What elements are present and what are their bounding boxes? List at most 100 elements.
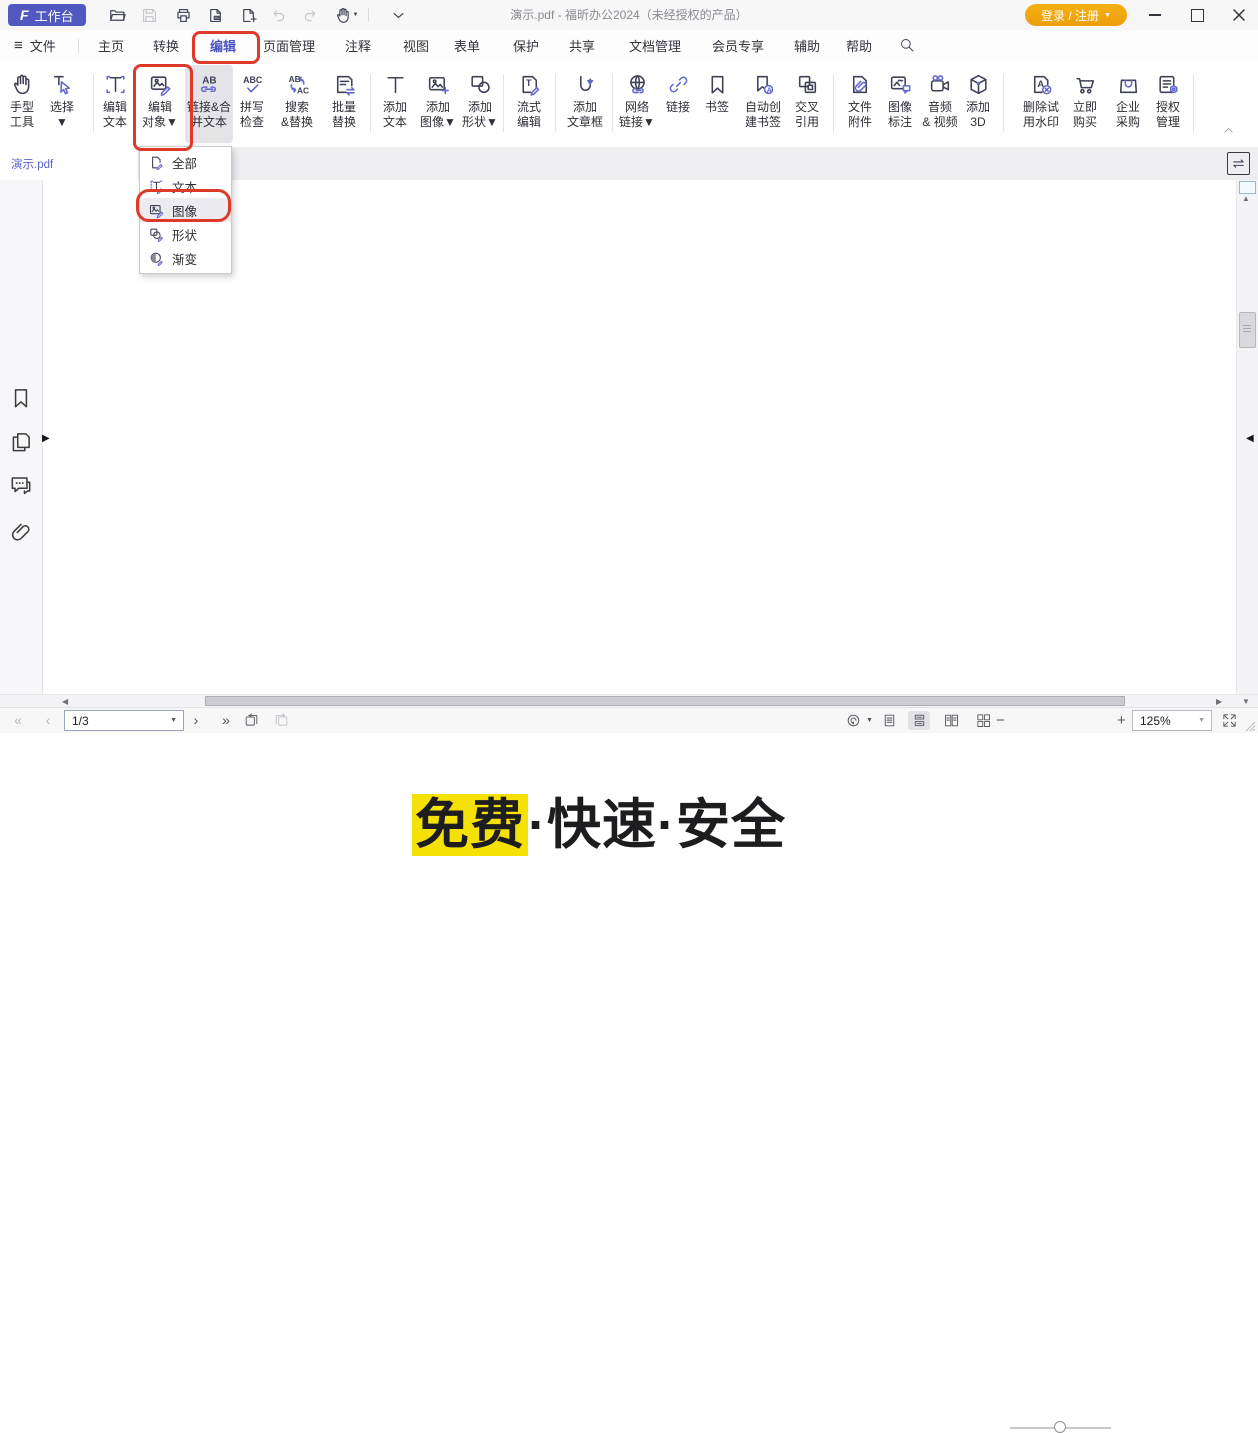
vertical-scroll-thumb[interactable] bbox=[1239, 312, 1256, 348]
horizontal-scrollbar[interactable]: ◀ ▶ ▼ bbox=[0, 694, 1258, 708]
menu-edit-image[interactable]: 图像 bbox=[140, 198, 231, 222]
tool-license-manage[interactable]: 授权 管理 bbox=[1146, 65, 1190, 143]
tool-enterprise-purchase[interactable]: 企业 采购 bbox=[1106, 65, 1150, 143]
menu-share[interactable]: 共享 bbox=[569, 30, 595, 61]
menu-edit-text[interactable]: 文本 bbox=[140, 174, 231, 198]
menu-doc-manage[interactable]: 文档管理 bbox=[629, 30, 681, 61]
workspace-button[interactable]: F 工作台 bbox=[8, 4, 86, 26]
tool-select[interactable]: 选择 ▼ bbox=[40, 65, 84, 143]
prev-page-button[interactable]: ‹ bbox=[46, 708, 51, 733]
tool-bookmark[interactable]: 书签 bbox=[700, 65, 734, 143]
tool-edit-text[interactable]: 编辑 文本 bbox=[95, 65, 135, 143]
open-file-button[interactable] bbox=[105, 4, 129, 26]
tool-buy-now[interactable]: 立即 购买 bbox=[1063, 65, 1107, 143]
scroll-up-arrow[interactable]: ▲ bbox=[1242, 195, 1250, 203]
zoom-in-button[interactable]: + bbox=[1117, 708, 1126, 733]
menu-assist[interactable]: 辅助 bbox=[794, 30, 820, 61]
tool-remove-trial-watermark[interactable]: 删除试 用水印 bbox=[1016, 65, 1066, 143]
menu-edit-all[interactable]: 全部 bbox=[140, 150, 231, 174]
expand-left-panel-handle[interactable]: ▶ bbox=[42, 434, 50, 444]
menu-edit[interactable]: 编辑 bbox=[210, 30, 236, 61]
zoom-out-button[interactable]: − bbox=[996, 708, 1005, 733]
minimize-button[interactable] bbox=[1138, 0, 1172, 30]
continuous-view-button[interactable] bbox=[908, 711, 930, 730]
menu-convert[interactable]: 转换 bbox=[153, 30, 179, 61]
login-register-button[interactable]: 登录 / 注册 ▼ bbox=[1025, 4, 1127, 26]
print-button[interactable] bbox=[171, 4, 195, 26]
tool-edit-object[interactable]: 编辑 对象▼ bbox=[137, 65, 183, 143]
redo-button[interactable] bbox=[298, 4, 322, 26]
export-page-button[interactable] bbox=[203, 4, 227, 26]
menu-protect[interactable]: 保护 bbox=[513, 30, 539, 61]
menu-member[interactable]: 会员专享 bbox=[712, 30, 764, 61]
menu-edit-gradient[interactable]: 渐变 bbox=[140, 246, 231, 270]
tool-add-image[interactable]: 添加 图像▼ bbox=[416, 65, 460, 143]
horizontal-scroll-thumb[interactable] bbox=[205, 696, 1125, 706]
tool-label: 编辑 对象▼ bbox=[142, 100, 178, 130]
tool-image-annotation[interactable]: 图像 标注 bbox=[878, 65, 922, 143]
tool-search-replace[interactable]: 搜索 &替换 bbox=[274, 65, 320, 143]
menu-form[interactable]: 表单 bbox=[454, 30, 480, 61]
next-view-button[interactable] bbox=[270, 711, 292, 730]
attachments-panel-button[interactable] bbox=[8, 519, 34, 545]
last-page-button[interactable]: » bbox=[222, 708, 230, 733]
collapse-toolbar-button[interactable] bbox=[1222, 124, 1236, 138]
tool-cross-reference[interactable]: 交叉 引用 bbox=[785, 65, 829, 143]
menu-item-label: 全部 bbox=[172, 153, 197, 172]
previous-view-button[interactable] bbox=[240, 711, 262, 730]
menu-help[interactable]: 帮助 bbox=[846, 30, 872, 61]
tab-document[interactable]: 演示.pdf bbox=[0, 147, 138, 180]
menu-home[interactable]: 主页 bbox=[98, 30, 124, 61]
tool-add-text[interactable]: 添加 文本 bbox=[374, 65, 416, 143]
close-button[interactable] bbox=[1222, 0, 1256, 30]
new-page-button[interactable] bbox=[236, 4, 260, 26]
menu-edit-shape[interactable]: 形状 bbox=[140, 222, 231, 246]
split-view-handle[interactable] bbox=[1239, 181, 1256, 194]
menu-file[interactable]: ≡ 文件 bbox=[14, 30, 56, 61]
hand-mode-button[interactable]: ▼ bbox=[330, 4, 362, 26]
tool-flow-edit[interactable]: 流式 编辑 bbox=[508, 65, 550, 143]
next-page-button[interactable]: › bbox=[194, 708, 199, 733]
view-rotate-caret[interactable]: ▼ bbox=[866, 708, 873, 733]
menu-search-button[interactable] bbox=[898, 36, 918, 56]
tool-link[interactable]: 链接 bbox=[661, 65, 695, 143]
tool-add-article-box[interactable]: 添加 文章框 bbox=[560, 65, 610, 143]
facing-continuous-view-button[interactable] bbox=[972, 711, 994, 730]
scroll-down-arrow[interactable]: ▼ bbox=[1242, 696, 1250, 707]
maximize-button[interactable] bbox=[1180, 0, 1214, 30]
scroll-left-arrow[interactable]: ◀ bbox=[62, 696, 68, 707]
menu-view[interactable]: 视图 bbox=[403, 30, 429, 61]
tool-add-shape[interactable]: 添加 形状▼ bbox=[458, 65, 502, 143]
window-resize-grip[interactable] bbox=[1245, 719, 1256, 730]
bookmarks-panel-button[interactable] bbox=[8, 385, 34, 411]
scroll-right-arrow[interactable]: ▶ bbox=[1216, 696, 1222, 707]
tool-link-merge-text[interactable]: 链接&合 并文本 bbox=[185, 65, 233, 143]
view-rotate-button[interactable] bbox=[842, 711, 864, 730]
page-number-input[interactable]: 1/3 ▼ bbox=[64, 710, 184, 731]
menu-page-manage[interactable]: 页面管理 bbox=[263, 30, 315, 61]
tool-batch-replace[interactable]: 批量 替换 bbox=[322, 65, 366, 143]
toolbar-divider bbox=[370, 74, 371, 132]
tool-spell-check[interactable]: 拼写 检查 bbox=[231, 65, 273, 143]
menu-comment[interactable]: 注释 bbox=[345, 30, 371, 61]
zoom-dropdown-caret[interactable]: ▼ bbox=[1198, 717, 1211, 724]
tool-add-3d[interactable]: 添加 3D bbox=[956, 65, 1000, 143]
save-button[interactable] bbox=[137, 4, 161, 26]
zoom-slider-thumb[interactable] bbox=[1054, 1421, 1066, 1433]
tool-auto-bookmark[interactable]: 自动创 建书签 bbox=[739, 65, 787, 143]
collapse-quickbar-button[interactable] bbox=[386, 4, 410, 26]
tool-web-link[interactable]: 网络 链接▼ bbox=[615, 65, 659, 143]
page-thumbnails-button[interactable] bbox=[8, 429, 34, 455]
page-dropdown-caret[interactable]: ▼ bbox=[170, 717, 183, 724]
undo-button[interactable] bbox=[266, 4, 290, 26]
zoom-level-input[interactable]: 125% ▼ bbox=[1132, 710, 1212, 731]
tool-hand-tool[interactable]: 手型 工具 bbox=[0, 65, 44, 143]
single-page-view-button[interactable] bbox=[878, 711, 900, 730]
facing-view-button[interactable] bbox=[940, 711, 962, 730]
expand-right-panel-handle[interactable]: ◀ bbox=[1246, 434, 1254, 444]
tool-file-attachment[interactable]: 文件 附件 bbox=[838, 65, 882, 143]
comments-panel-button[interactable] bbox=[8, 472, 34, 498]
fullscreen-button[interactable] bbox=[1218, 711, 1240, 730]
switch-document-button[interactable] bbox=[1227, 152, 1250, 175]
first-page-button[interactable]: « bbox=[14, 708, 22, 733]
